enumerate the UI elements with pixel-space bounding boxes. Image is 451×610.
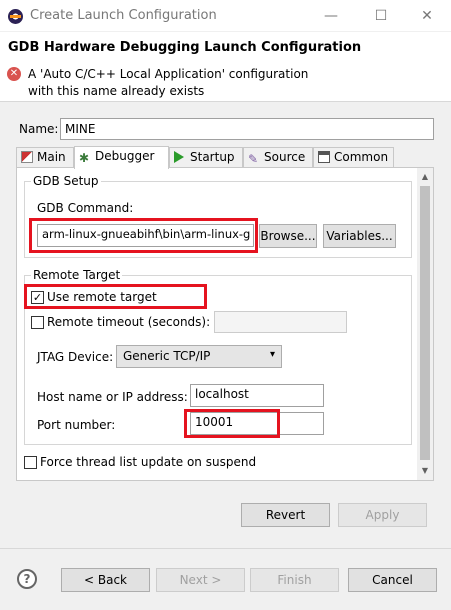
port-label: Port number:: [37, 418, 116, 432]
apply-button[interactable]: Apply: [338, 503, 427, 527]
remote-timeout-input[interactable]: [214, 311, 347, 333]
port-highlight: [184, 409, 280, 438]
jtag-device-label: JTAG Device:: [37, 350, 114, 364]
revert-button[interactable]: Revert: [241, 503, 330, 527]
use-remote-highlight: [24, 284, 207, 309]
force-thread-label: Force thread list update on suspend: [40, 455, 257, 469]
jtag-device-select[interactable]: Generic TCP/IP ▾: [116, 345, 282, 368]
tab-source[interactable]: ✎ Source: [243, 147, 313, 168]
startup-tab-icon: [174, 151, 184, 163]
gdb-setup-title: GDB Setup: [31, 174, 101, 188]
scroll-up-arrow-icon[interactable]: ▲: [417, 169, 433, 185]
gdb-command-label: GDB Command:: [37, 201, 134, 215]
jtag-device-value: Generic TCP/IP: [123, 349, 211, 363]
chevron-down-icon: ▾: [269, 349, 275, 360]
common-tab-icon: [318, 151, 330, 163]
scroll-thumb[interactable]: [420, 186, 430, 460]
force-thread-checkbox[interactable]: [24, 456, 37, 469]
remote-target-title: Remote Target: [31, 268, 123, 282]
error-icon: ✕: [7, 67, 21, 81]
host-input[interactable]: localhost: [190, 384, 324, 407]
host-label: Host name or IP address:: [37, 390, 188, 404]
footer-divider: [0, 548, 451, 549]
eclipse-app-icon: [8, 9, 23, 24]
remote-timeout-label: Remote timeout (seconds):: [47, 315, 211, 329]
remote-timeout-checkbox[interactable]: [31, 316, 44, 329]
tab-common[interactable]: Common: [313, 147, 394, 168]
source-tab-icon: ✎: [248, 152, 259, 166]
name-input[interactable]: MINE: [60, 118, 434, 140]
variables-button[interactable]: Variables...: [323, 224, 396, 248]
tab-startup[interactable]: Startup: [169, 147, 243, 168]
debugger-tab-icon: ✱: [79, 151, 90, 165]
tab-main[interactable]: Main: [16, 147, 74, 168]
browse-button[interactable]: Browse...: [259, 224, 317, 248]
help-icon[interactable]: ?: [17, 569, 37, 589]
main-tab-icon: [21, 151, 33, 163]
tab-debugger[interactable]: ✱ Debugger: [74, 146, 169, 169]
error-message-line1: A 'Auto C/C++ Local Application' configu…: [28, 67, 309, 81]
window-title: Create Launch Configuration: [30, 8, 217, 23]
back-button[interactable]: < Back: [61, 568, 150, 592]
cancel-button[interactable]: Cancel: [348, 568, 437, 592]
scroll-down-arrow-icon[interactable]: ▼: [417, 463, 433, 479]
close-window-button[interactable]: ✕: [416, 6, 438, 26]
error-message: A 'Auto C/C++ Local Application' configu…: [28, 66, 308, 100]
maximize-button[interactable]: ☐: [370, 6, 392, 26]
gdb-command-highlight: [29, 218, 258, 253]
minimize-button[interactable]: —: [320, 6, 342, 26]
next-button[interactable]: Next >: [156, 568, 245, 592]
dialog-title: GDB Hardware Debugging Launch Configurat…: [8, 40, 362, 55]
finish-button[interactable]: Finish: [250, 568, 339, 592]
name-label: Name:: [19, 122, 59, 136]
error-message-line2: with this name already exists: [28, 84, 205, 98]
